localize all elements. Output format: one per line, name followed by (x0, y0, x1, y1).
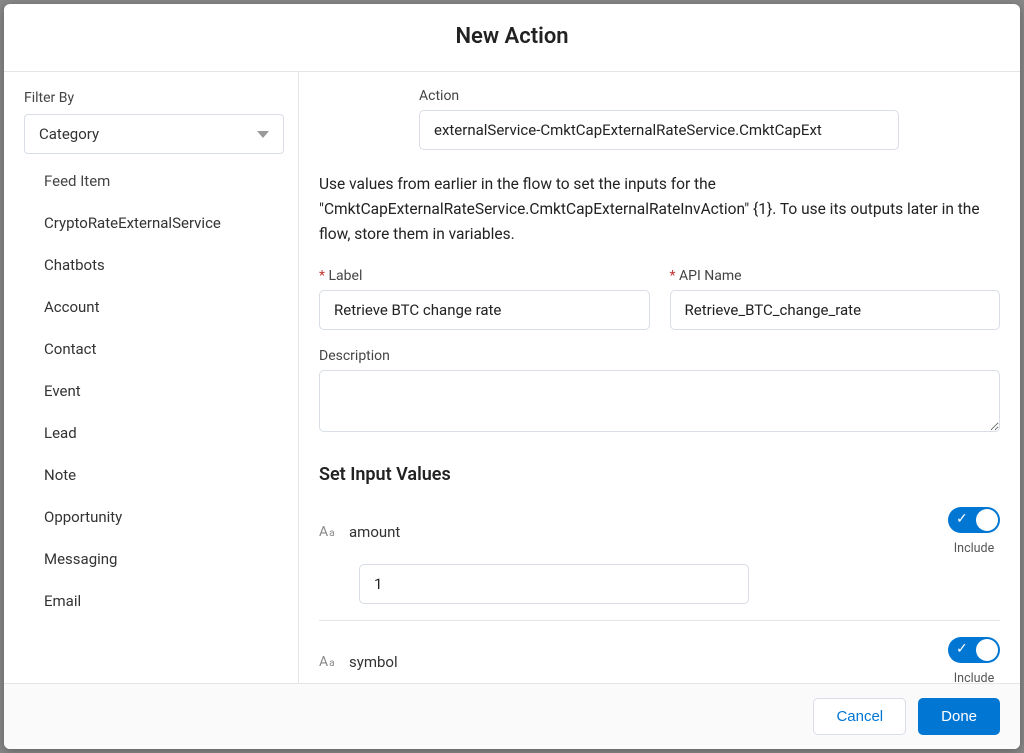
sidebar-item-lead[interactable]: Lead (24, 412, 278, 454)
param-value-amount[interactable] (359, 564, 749, 604)
action-field-input[interactable] (419, 110, 899, 150)
text-type-icon: Aa (319, 524, 337, 540)
sidebar-item-event[interactable]: Event (24, 370, 278, 412)
param-name-amount: amount (349, 523, 400, 541)
label-field-input[interactable] (319, 290, 650, 330)
filter-category-dropdown[interactable]: Category (24, 114, 284, 154)
sidebar-item-messaging[interactable]: Messaging (24, 538, 278, 580)
description-field-label: Description (319, 348, 1000, 364)
done-button[interactable]: Done (918, 698, 1000, 735)
action-field-label: Action (419, 88, 899, 104)
sidebar-item-contact[interactable]: Contact (24, 328, 278, 370)
input-param-amount: Aa amount ✓ Include (319, 507, 1000, 621)
sidebar-item-opportunity[interactable]: Opportunity (24, 496, 278, 538)
param-name-symbol: symbol (349, 653, 398, 671)
modal-body: Filter By Category Feed Item CryptoRateE… (4, 72, 1020, 683)
toggle-knob (976, 509, 998, 531)
api-name-field-label: API Name (670, 268, 1001, 284)
main-panel: Action Use values from earlier in the fl… (299, 72, 1020, 683)
sidebar-item-email[interactable]: Email (24, 580, 278, 622)
help-text: Use values from earlier in the flow to s… (319, 172, 1000, 246)
new-action-modal: New Action Filter By Category Feed Item … (4, 4, 1020, 749)
check-icon: ✓ (956, 512, 968, 526)
modal-title: New Action (4, 4, 1020, 72)
include-label: Include (948, 541, 1000, 556)
sidebar-item-cryptorate[interactable]: CryptoRateExternalService (24, 202, 278, 244)
text-type-icon: Aa (319, 654, 337, 670)
check-icon: ✓ (956, 642, 968, 656)
filter-sidebar: Filter By Category Feed Item CryptoRateE… (4, 72, 299, 683)
sidebar-item-chatbots[interactable]: Chatbots (24, 244, 278, 286)
include-toggle-amount[interactable]: ✓ (948, 507, 1000, 533)
include-label: Include (948, 671, 1000, 683)
input-values-header: Set Input Values (319, 464, 1000, 485)
cancel-button[interactable]: Cancel (813, 698, 906, 735)
input-param-symbol: Aa symbol ✓ Include (319, 637, 1000, 683)
include-toggle-symbol[interactable]: ✓ (948, 637, 1000, 663)
sidebar-item-account[interactable]: Account (24, 286, 278, 328)
toggle-knob (976, 639, 998, 661)
label-field-label: Label (319, 268, 650, 284)
chevron-down-icon (257, 131, 269, 138)
category-list: Feed Item CryptoRateExternalService Chat… (24, 172, 278, 683)
api-name-field-input[interactable] (670, 290, 1001, 330)
sidebar-item-feed-item[interactable]: Feed Item (24, 172, 278, 202)
filter-by-label: Filter By (24, 90, 278, 106)
filter-category-value: Category (39, 125, 99, 143)
description-field-input[interactable] (319, 370, 1000, 432)
sidebar-item-note[interactable]: Note (24, 454, 278, 496)
modal-footer: Cancel Done (4, 683, 1020, 749)
